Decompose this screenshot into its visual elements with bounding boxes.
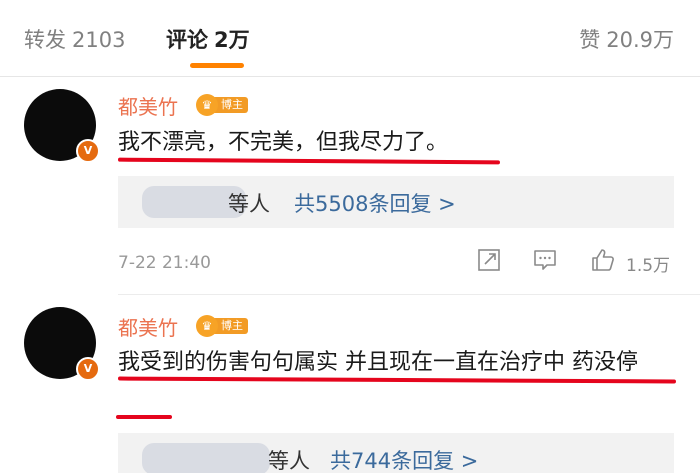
comment-time: 7-22 21:40: [118, 253, 211, 273]
comment-icon: [534, 250, 556, 270]
reply-summary[interactable]: 等人 共5508条回复 >: [118, 176, 674, 228]
blurred-reply-usernames: [142, 443, 270, 473]
tab-repost[interactable]: 转发 2103: [24, 24, 125, 54]
tab-comment-count: 2万: [214, 28, 250, 52]
comment-item: V 都美竹 博主 ♛ 我受到的伤害句句属实 并且现在一直在治疗中 药没停 等人 …: [0, 295, 700, 473]
active-tab-indicator: [190, 63, 244, 68]
like-icon: [592, 249, 614, 271]
reply-button[interactable]: [532, 247, 558, 277]
tab-like-label: 赞: [579, 28, 601, 52]
verified-badge-icon: V: [76, 139, 100, 163]
crown-icon: ♛: [196, 315, 218, 337]
comment-text: 我受到的伤害句句属实 并且现在一直在治疗中 药没停: [118, 350, 638, 375]
username[interactable]: 都美竹: [118, 312, 178, 341]
tab-comment-label: 评论: [166, 28, 208, 52]
share-icon: [478, 249, 500, 271]
comment-text: 我不漂亮，不完美，但我尽力了。: [118, 130, 449, 155]
red-underline-annotation: [116, 415, 172, 419]
reply-count-link[interactable]: 共744条回复 >: [330, 445, 478, 473]
comment-tabs: 转发 2103 评论 2万 赞 20.9万: [0, 0, 700, 73]
tab-like[interactable]: 赞 20.9万: [579, 24, 674, 54]
reply-summary[interactable]: 等人 共744条回复 >: [118, 433, 674, 473]
reply-count-link[interactable]: 共5508条回复 >: [294, 188, 456, 218]
tab-comment[interactable]: 评论 2万: [166, 24, 250, 54]
comment-item: V 都美竹 博主 ♛ 我不漂亮，不完美，但我尽力了。 等人 共5508条回复 >…: [0, 77, 700, 295]
tab-like-count: 20.9万: [606, 28, 674, 52]
like-button[interactable]: 1.5万: [590, 247, 670, 277]
username[interactable]: 都美竹: [118, 91, 178, 120]
verified-badge-icon: V: [76, 357, 100, 381]
reply-users-suffix: 等人: [228, 192, 270, 216]
tab-repost-count: 2103: [72, 28, 126, 52]
reply-users-suffix: 等人: [268, 449, 310, 473]
share-button[interactable]: [476, 247, 502, 277]
tab-repost-label: 转发: [24, 28, 66, 52]
like-count: 1.5万: [626, 256, 671, 276]
crown-icon: ♛: [196, 94, 218, 116]
